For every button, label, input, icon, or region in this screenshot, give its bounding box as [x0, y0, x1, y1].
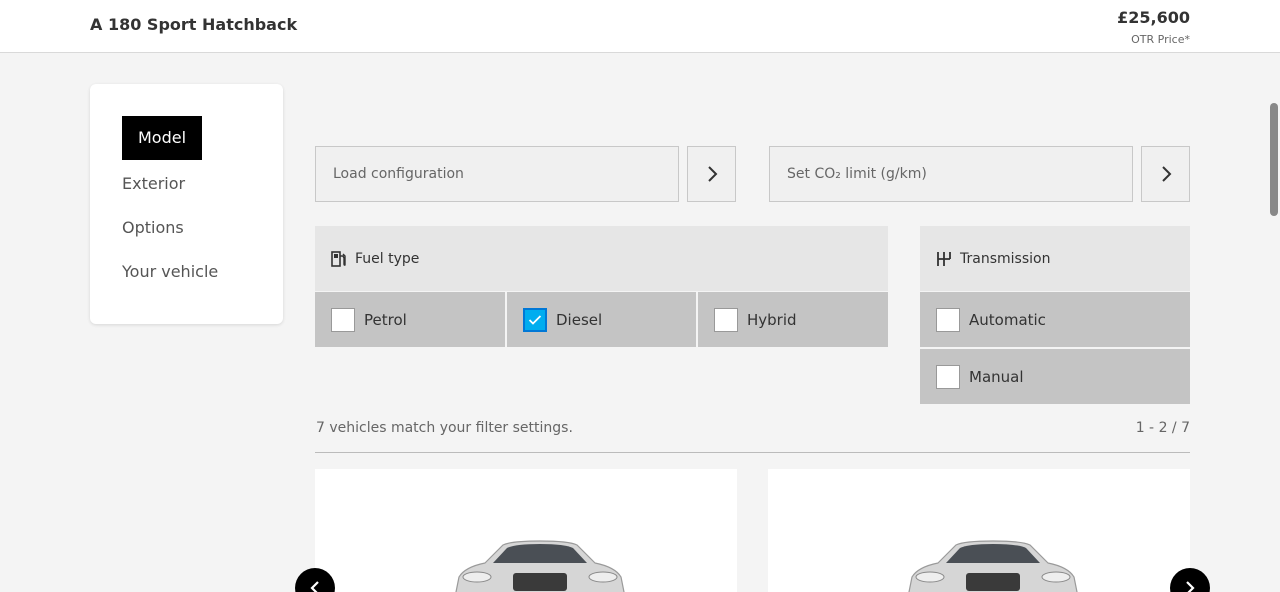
manual-label: Manual [969, 367, 1024, 386]
fuel-type-header: Fuel type [315, 226, 888, 291]
load-configuration-input[interactable]: Load configuration [315, 146, 679, 202]
co2-limit-input[interactable]: Set CO₂ limit (g/km) [769, 146, 1133, 202]
transmission-option-manual[interactable]: Manual [920, 349, 1190, 404]
fuel-option-diesel[interactable]: Diesel [507, 292, 696, 347]
transmission-option-automatic[interactable]: Automatic [920, 292, 1190, 347]
config-nav: Model Exterior Options Your vehicle [90, 84, 283, 324]
petrol-label: Petrol [364, 310, 407, 329]
fuel-option-hybrid[interactable]: Hybrid [698, 292, 888, 347]
vehicle-title: A 180 Sport Hatchback [90, 15, 298, 34]
nav-item-options[interactable]: Options [122, 218, 184, 237]
nav-item-exterior[interactable]: Exterior [122, 174, 185, 193]
vehicle-card[interactable] [768, 469, 1190, 592]
price-label: OTR Price* [1131, 33, 1190, 46]
chevron-right-icon [707, 166, 717, 182]
fuel-type-label: Fuel type [355, 250, 420, 267]
page-scrollbar[interactable] [1270, 103, 1278, 216]
automatic-label: Automatic [969, 310, 1046, 329]
hybrid-label: Hybrid [747, 310, 797, 329]
automatic-checkbox[interactable] [936, 307, 960, 332]
hybrid-checkbox[interactable] [714, 307, 738, 332]
diesel-checkbox[interactable] [523, 307, 547, 332]
results-divider [315, 452, 1190, 453]
top-bar: A 180 Sport Hatchback £25,600 OTR Price* [0, 0, 1280, 53]
chevron-right-icon [1161, 166, 1171, 182]
vehicle-card[interactable] [315, 469, 737, 592]
co2-limit-submit-button[interactable] [1141, 146, 1190, 202]
chevron-right-icon [1186, 581, 1195, 592]
gearshift-icon [936, 251, 952, 267]
car-image [908, 540, 1078, 592]
results-count: 7 vehicles match your filter settings. [316, 420, 573, 436]
fuel-pump-icon [331, 250, 347, 267]
transmission-header: Transmission [920, 226, 1190, 291]
petrol-checkbox[interactable] [331, 307, 355, 332]
diesel-label: Diesel [556, 310, 603, 329]
results-paging: 1 - 2 / 7 [1135, 420, 1190, 436]
chevron-left-icon [310, 581, 319, 592]
checkmark-icon [528, 314, 542, 325]
car-image [455, 540, 625, 592]
nav-item-your-vehicle[interactable]: Your vehicle [122, 262, 218, 281]
manual-checkbox[interactable] [936, 364, 960, 389]
nav-item-model[interactable]: Model [122, 116, 203, 160]
load-configuration-submit-button[interactable] [687, 146, 736, 202]
price-value: £25,600 [1117, 8, 1190, 27]
fuel-option-petrol[interactable]: Petrol [315, 292, 505, 347]
transmission-label: Transmission [960, 250, 1051, 267]
